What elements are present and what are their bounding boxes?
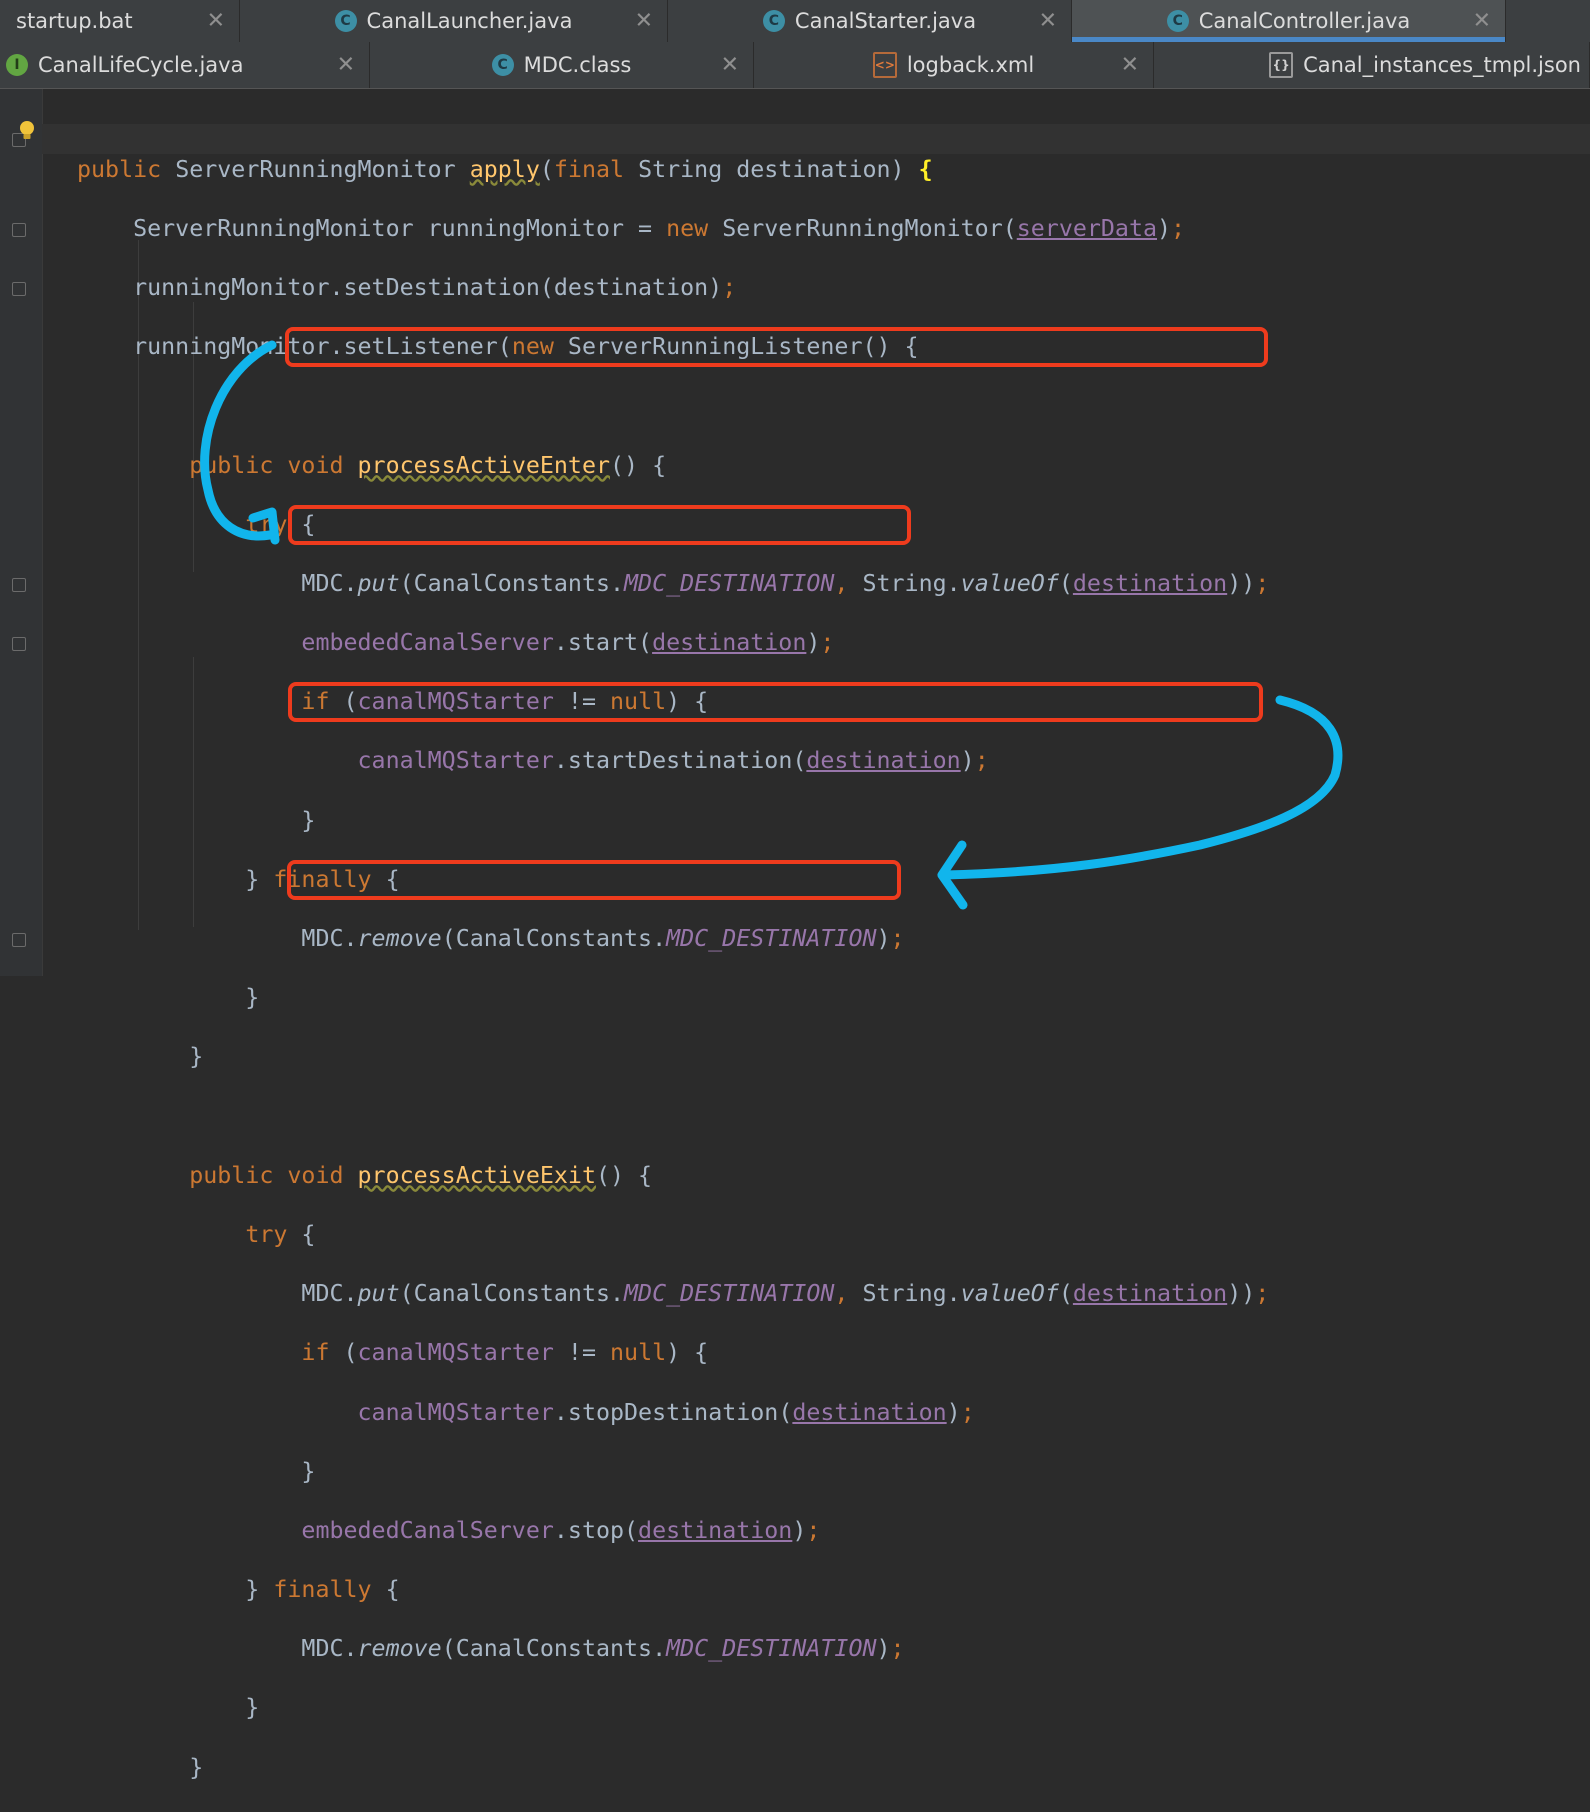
tab-canal-lifecycle[interactable]: I CanalLifeCycle.java ✕ — [0, 42, 370, 88]
code-line: ServerRunningMonitor runningMonitor = ne… — [77, 214, 1186, 242]
tab-label: MDC.class — [523, 53, 632, 77]
interface-icon: I — [6, 54, 28, 76]
code-line: runningMonitor.setDestination(destinatio… — [77, 273, 737, 301]
code-line: public void processActiveEnter() { — [189, 451, 667, 479]
code-line: MDC.remove(CanalConstants.MDC_DESTINATIO… — [77, 1635, 905, 1663]
class-icon: C — [491, 54, 514, 76]
xml-file-icon: <> — [872, 52, 897, 78]
close-icon[interactable]: ✕ — [337, 53, 355, 78]
tab-label: Canal_instances_tmpl.json — [1303, 53, 1581, 77]
annotation-box-mdc-remove-exit — [287, 860, 901, 900]
code-line: public ServerRunningMonitor apply(final … — [77, 155, 933, 183]
code-line: } — [77, 1457, 316, 1485]
code-line: MDC.put(CanalConstants.MDC_DESTINATION, … — [77, 1280, 1270, 1308]
code-line: canalMQStarter.stopDestination(destinati… — [357, 1398, 975, 1426]
editor-tab-bar-row-2: I CanalLifeCycle.java ✕ C MDC.class ✕ <>… — [0, 42, 1590, 89]
code-line: } — [77, 1043, 204, 1071]
code-line: } finally { — [77, 1576, 400, 1604]
close-icon[interactable]: ✕ — [635, 9, 653, 34]
code-editor[interactable]: public ServerRunningMonitor apply(final … — [77, 125, 1269, 1812]
annotation-box-mdc-put-enter — [285, 327, 1268, 367]
tab-logback-xml[interactable]: <> logback.xml ✕ — [754, 42, 1154, 88]
code-line: embededCanalServer.stop(destination); — [301, 1516, 821, 1544]
tab-canal-instances-json[interactable]: {} Canal_instances_tmpl.json — [1154, 42, 1590, 88]
editor-tab-bar-row-1: startup.bat ✕ C CanalLauncher.java ✕ C C… — [0, 0, 1590, 43]
tab-startup-bat[interactable]: startup.bat ✕ — [0, 0, 240, 42]
code-line: MDC.remove(CanalConstants.MDC_DESTINATIO… — [77, 925, 905, 953]
code-line: try { — [245, 1220, 316, 1248]
tab-label: startup.bat — [16, 9, 133, 33]
fold-marker-icon[interactable] — [12, 933, 26, 947]
code-line: } — [77, 806, 316, 834]
close-icon[interactable]: ✕ — [1121, 53, 1139, 78]
tab-canal-launcher[interactable]: C CanalLauncher.java ✕ — [240, 0, 668, 42]
tab-label: CanalController.java — [1198, 9, 1411, 33]
class-icon: C — [762, 10, 785, 32]
tab-canal-controller[interactable]: C CanalController.java ✕ — [1072, 0, 1506, 42]
tab-label: CanalLifeCycle.java — [38, 53, 244, 77]
tab-label: CanalLauncher.java — [366, 9, 573, 33]
code-line: if (canalMQStarter != null) { — [301, 1339, 709, 1367]
fold-marker-icon[interactable] — [12, 637, 26, 651]
tab-label: logback.xml — [906, 53, 1035, 77]
code-line: canalMQStarter.startDestination(destinat… — [357, 747, 989, 775]
fold-marker-icon[interactable] — [12, 578, 26, 592]
code-line: public void processActiveExit() { — [189, 1161, 653, 1189]
close-icon[interactable]: ✕ — [721, 53, 739, 78]
code-line: MDC.put(CanalConstants.MDC_DESTINATION, … — [77, 569, 1270, 597]
class-icon: C — [1166, 10, 1189, 32]
editor-gutter — [0, 89, 43, 976]
code-line: embededCanalServer.start(destination); — [301, 629, 835, 657]
tab-mdc-class[interactable]: C MDC.class ✕ — [370, 42, 754, 88]
fold-marker-icon[interactable] — [12, 282, 26, 296]
fold-marker-icon[interactable] — [12, 223, 26, 237]
tab-label: CanalStarter.java — [794, 9, 977, 33]
close-icon[interactable]: ✕ — [1473, 9, 1491, 34]
tab-canal-starter[interactable]: C CanalStarter.java ✕ — [668, 0, 1072, 42]
lightbulb-icon[interactable] — [17, 120, 37, 142]
code-line: } — [77, 984, 260, 1012]
close-icon[interactable]: ✕ — [1039, 9, 1057, 34]
code-line: } — [77, 1694, 260, 1722]
annotation-box-mdc-put-exit — [288, 682, 1263, 722]
json-file-icon: {} — [1269, 52, 1294, 78]
annotation-box-mdc-remove-enter — [288, 505, 911, 545]
close-icon[interactable]: ✕ — [207, 9, 225, 34]
code-line: } — [77, 1753, 204, 1781]
class-icon: C — [334, 10, 357, 32]
